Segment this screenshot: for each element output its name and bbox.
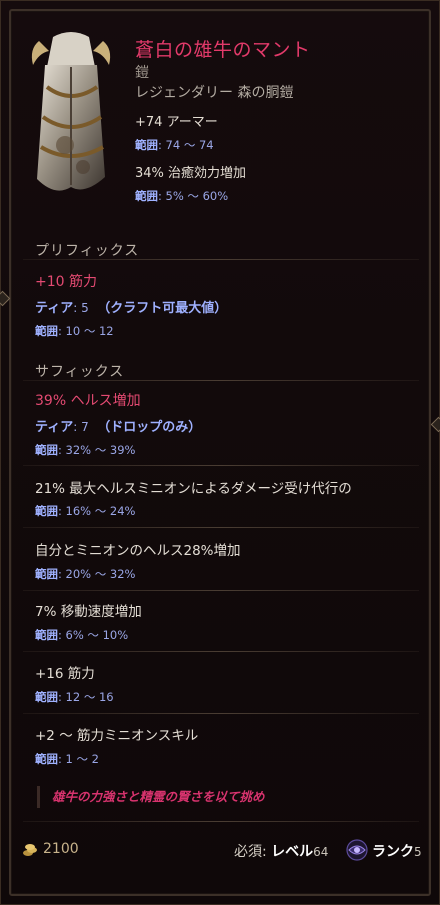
tooltip-header: 蒼白の雄牛のマント 鎧 レジェンダリー 森の胴鎧 +74 アーマー 範囲: 74… bbox=[1, 1, 440, 226]
base-stat-armor-range: 範囲: 74 〜 74 bbox=[135, 138, 214, 152]
prefix-affix-name: +10 筋力 bbox=[35, 274, 97, 290]
affix-minion-skills: +2 〜 筋力ミニオンスキル bbox=[35, 728, 199, 744]
required-level: 必須: レベル64 bbox=[234, 844, 329, 860]
tooltip-footer: 2100 必須: レベル64 ランク5 bbox=[1, 826, 440, 876]
gold-value: 2100 bbox=[43, 841, 79, 857]
divider bbox=[23, 465, 419, 466]
affix-minion-damage-share: 21% 最大ヘルスミニオンによるダメージ受け代行の bbox=[35, 481, 352, 497]
prefix-range: 範囲: 10 〜 12 bbox=[35, 324, 114, 338]
required-rank: ランク5 bbox=[372, 844, 422, 860]
divider bbox=[23, 651, 419, 652]
affix-movement-speed: 7% 移動速度増加 bbox=[35, 604, 142, 620]
suffix-tier: ティア: 7 （ドロップのみ） bbox=[35, 420, 202, 435]
item-subtype: レジェンダリー 森の胴鎧 bbox=[135, 85, 294, 101]
affix-health-increase: 自分とミニオンのヘルス28%増加 bbox=[35, 543, 241, 559]
suffix-title: サフィックス bbox=[35, 364, 125, 380]
divider bbox=[23, 527, 419, 528]
base-stat-armor: +74 アーマー bbox=[135, 115, 218, 130]
item-tooltip: 蒼白の雄牛のマント 鎧 レジェンダリー 森の胴鎧 +74 アーマー 範囲: 74… bbox=[0, 0, 440, 905]
affix-strength: +16 筋力 bbox=[35, 666, 95, 682]
affix-strength-range: 範囲: 12 〜 16 bbox=[35, 690, 114, 704]
rank-eye-icon bbox=[346, 839, 368, 861]
gold-coin-icon bbox=[23, 844, 37, 856]
divider bbox=[23, 380, 419, 381]
base-stat-healing-range: 範囲: 5% 〜 60% bbox=[135, 189, 229, 203]
item-name: 蒼白の雄牛のマント bbox=[135, 39, 311, 61]
prefix-title: プリフィックス bbox=[35, 243, 140, 259]
frame-ornament-right bbox=[430, 416, 440, 433]
suffix-affix-name: 39% ヘルス増加 bbox=[35, 393, 141, 409]
affix-minion-skills-range: 範囲: 1 〜 2 bbox=[35, 752, 99, 766]
divider bbox=[23, 259, 419, 260]
item-type: 鎧 bbox=[135, 65, 149, 81]
divider bbox=[23, 590, 419, 591]
affix-minion-damage-share-range: 範囲: 16% 〜 24% bbox=[35, 504, 136, 518]
base-stat-healing: 34% 治癒効力増加 bbox=[135, 166, 247, 181]
suffix-range: 範囲: 32% 〜 39% bbox=[35, 443, 136, 457]
item-art-cloak-icon bbox=[31, 32, 111, 191]
affix-movement-speed-range: 範囲: 6% 〜 10% bbox=[35, 628, 129, 642]
divider bbox=[23, 713, 419, 714]
affix-health-increase-range: 範囲: 20% 〜 32% bbox=[35, 567, 136, 581]
divider bbox=[23, 821, 419, 822]
flavor-text: 雄牛の力強さと精霊の賢さを以て挑め bbox=[37, 786, 417, 808]
prefix-tier: ティア: 5 （クラフト可最大値） bbox=[35, 301, 228, 316]
